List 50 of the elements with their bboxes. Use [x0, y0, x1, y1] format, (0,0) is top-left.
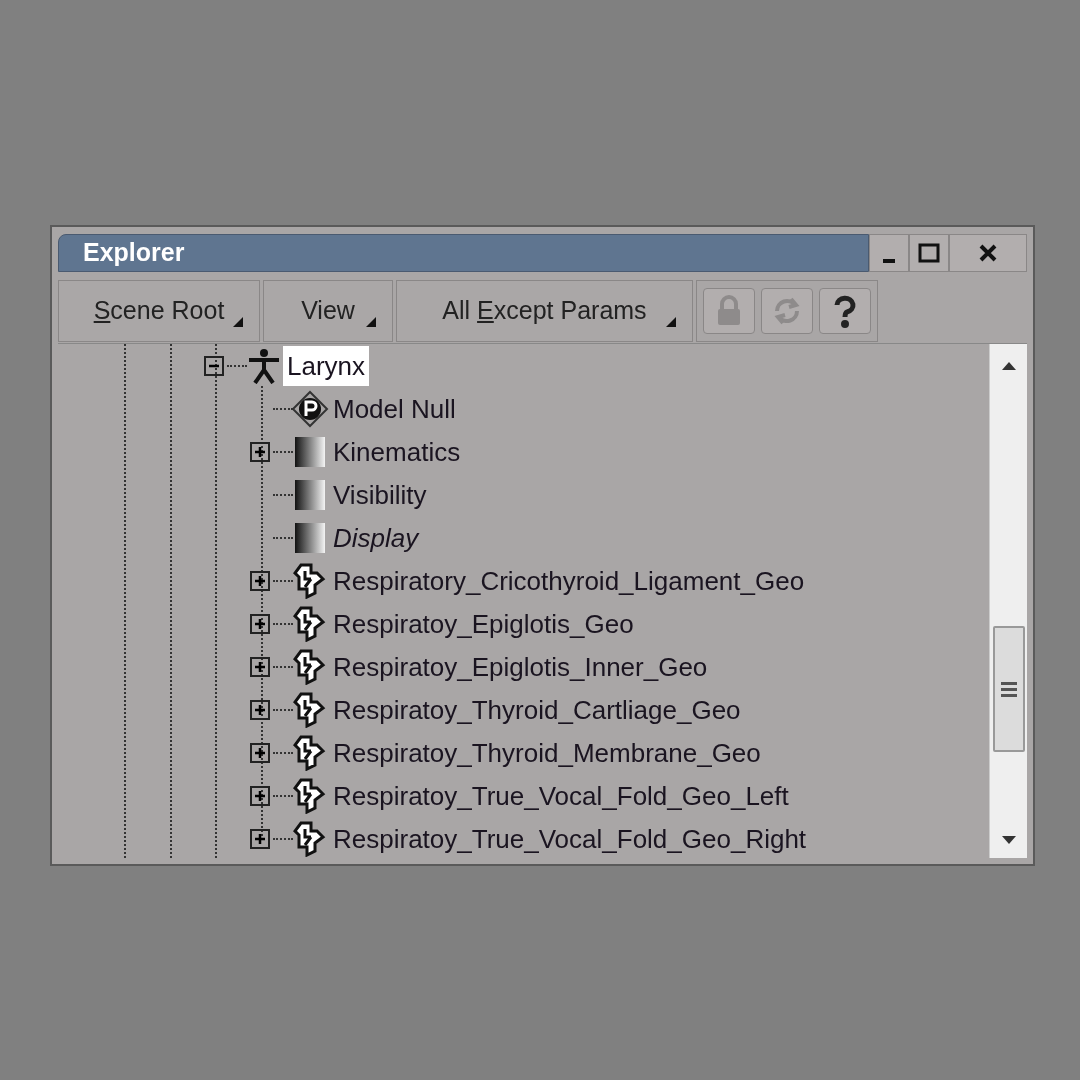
menu-button[interactable]: View [263, 280, 393, 342]
scroll-thumb[interactable] [992, 626, 1025, 752]
maximize-icon [918, 243, 940, 263]
expand-icon[interactable] [250, 656, 270, 677]
minimize-button[interactable] [869, 234, 909, 272]
tree-item[interactable]: Respiratory_Cricothyroid_Ligament_Geo [329, 560, 809, 601]
tree-item[interactable]: Respiratoy_Thyroid_Membrane_Geo [329, 732, 765, 773]
expand-icon[interactable] [250, 613, 270, 634]
tree-item[interactable]: Visibility [329, 474, 431, 515]
gradient-icon [295, 522, 325, 553]
tree-item[interactable]: Respiratoy_True_Vocal_Fold_Geo_Left [329, 775, 793, 816]
polygon-mesh-icon [293, 777, 327, 814]
dropdown-corner-icon [666, 317, 676, 327]
polygon-mesh-icon [293, 605, 327, 642]
scroll-up-icon[interactable] [1001, 362, 1016, 370]
tree-item[interactable]: Kinematics [329, 431, 465, 472]
menu-button[interactable]: All Except Params [396, 280, 693, 342]
window-title: Explorer [83, 237, 185, 269]
maximize-button[interactable] [909, 234, 949, 272]
collapse-icon[interactable] [204, 355, 224, 376]
polygon-mesh-icon [293, 562, 327, 599]
gradient-icon [295, 479, 325, 510]
figure-icon [247, 347, 281, 384]
tree-item[interactable]: Larynx [283, 345, 370, 386]
tree-item[interactable]: Respiratoy_Epiglotis_Inner_Geo [329, 646, 712, 687]
scroll-down-icon[interactable] [1001, 836, 1016, 844]
expand-icon[interactable] [250, 441, 270, 462]
polygon-mesh-icon [293, 734, 327, 771]
menu-button[interactable]: Scene Root [58, 280, 260, 342]
dropdown-corner-icon [366, 317, 376, 327]
tree-item[interactable]: Respiratoy_Epiglotis_Geo [329, 603, 638, 644]
expand-icon[interactable] [250, 742, 270, 763]
expand-icon[interactable] [250, 785, 270, 806]
help-button[interactable] [819, 288, 871, 334]
scrollbar[interactable] [989, 344, 1027, 858]
polygon-mesh-icon [293, 820, 327, 857]
gradient-icon [295, 436, 325, 467]
tree-item[interactable]: Respiratoy_Thyroid_Cartliage_Geo [329, 689, 745, 730]
close-button[interactable] [949, 234, 1027, 272]
tree-item[interactable]: Display [329, 517, 423, 558]
polygon-mesh-icon [293, 691, 327, 728]
tree-item[interactable]: Respiratoy_True_Vocal_Fold_Geo_Right [329, 818, 811, 858]
close-icon [978, 243, 998, 263]
minimize-icon [883, 259, 895, 263]
dropdown-corner-icon [233, 317, 243, 327]
tree-item[interactable]: Model Null [329, 388, 460, 429]
expand-icon[interactable] [250, 828, 270, 849]
expand-icon[interactable] [250, 570, 270, 591]
polygon-mesh-icon [293, 648, 327, 685]
expand-icon[interactable] [250, 699, 270, 720]
